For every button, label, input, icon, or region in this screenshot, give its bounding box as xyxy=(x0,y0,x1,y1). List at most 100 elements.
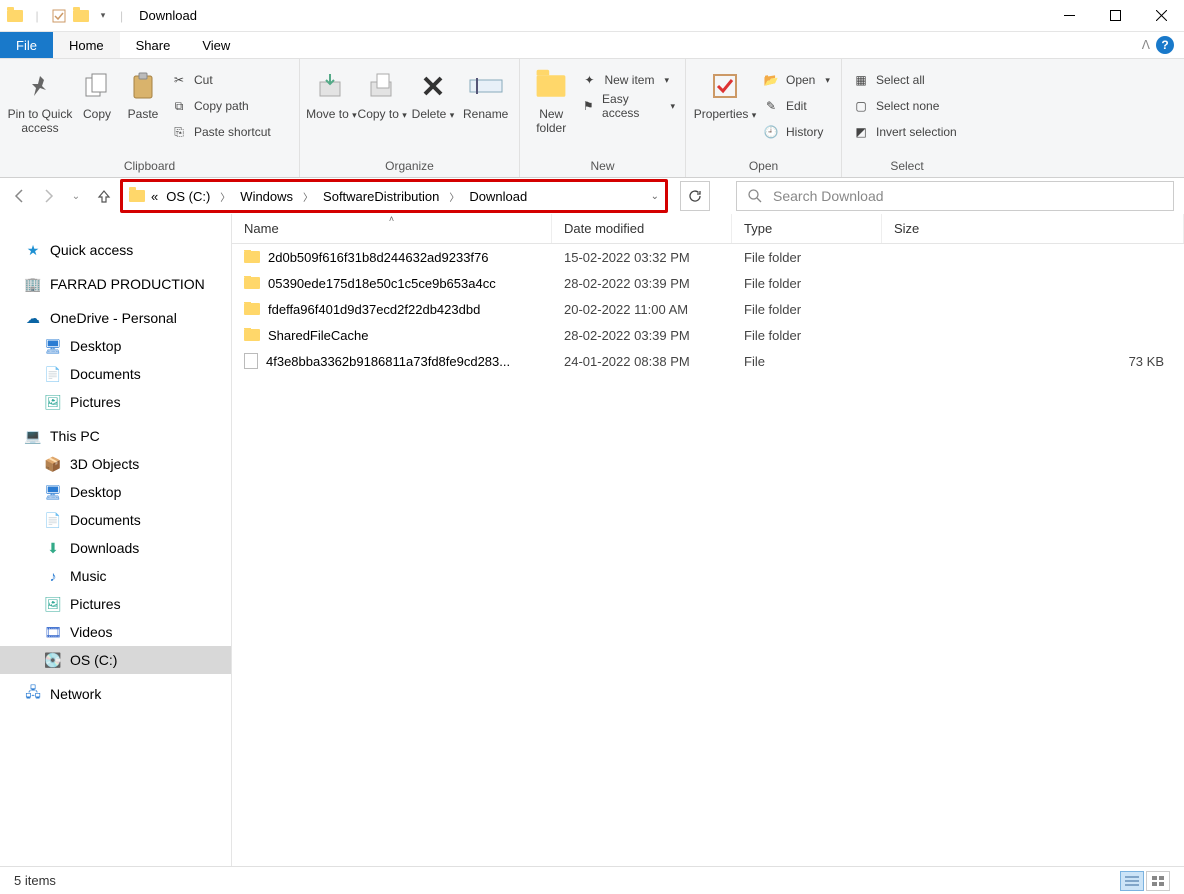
forward-button[interactable] xyxy=(38,186,58,206)
select-all-button[interactable]: ▦Select all xyxy=(848,67,961,93)
easy-access-button[interactable]: ⚑Easy access▾ xyxy=(576,93,679,119)
new-item-button[interactable]: ✦New item▾ xyxy=(576,67,679,93)
pc-icon: 💻 xyxy=(24,428,42,445)
rename-icon xyxy=(469,69,503,103)
open-button[interactable]: 📂Open▾ xyxy=(758,67,834,93)
sidebar-item-this-pc[interactable]: 💻This PC xyxy=(0,422,231,450)
copy-button[interactable]: Copy xyxy=(74,63,120,121)
music-icon: ♪ xyxy=(44,568,62,584)
tab-view[interactable]: View xyxy=(186,32,246,58)
edit-button[interactable]: ✎Edit xyxy=(758,93,834,119)
ribbon-tabs: File Home Share View ᐱ ? xyxy=(0,32,1184,58)
rename-button[interactable]: Rename xyxy=(458,63,513,121)
sidebar-item-videos[interactable]: 🎞Videos xyxy=(0,618,231,646)
sidebar-item-network[interactable]: 🖧Network xyxy=(0,680,231,708)
newfolder-icon xyxy=(535,69,567,103)
sidebar-item-pictures[interactable]: 🖼Pictures xyxy=(0,590,231,618)
sidebar-item-onedrive[interactable]: ☁OneDrive - Personal xyxy=(0,304,231,332)
maximize-button[interactable] xyxy=(1092,0,1138,32)
help-icon[interactable]: ? xyxy=(1156,36,1174,54)
crumb-1[interactable]: Windows xyxy=(238,189,295,204)
sidebar-item-od-documents[interactable]: 📄Documents xyxy=(0,360,231,388)
file-row[interactable]: 4f3e8bba3362b9186811a73fd8fe9cd283...24-… xyxy=(232,348,1184,374)
pin-quick-access-button[interactable]: Pin to Quick access xyxy=(6,63,74,136)
sidebar-item-music[interactable]: ♪Music xyxy=(0,562,231,590)
status-bar: 5 items xyxy=(0,866,1184,894)
cell-date: 20-02-2022 11:00 AM xyxy=(552,302,732,317)
path-icon: ⧉ xyxy=(170,99,188,114)
refresh-button[interactable] xyxy=(680,181,710,211)
minimize-button[interactable] xyxy=(1046,0,1092,32)
file-row[interactable]: 2d0b509f616f31b8d244632ad9233f7615-02-20… xyxy=(232,244,1184,270)
address-bar[interactable]: « OS (C:) 〉 Windows 〉 SoftwareDistributi… xyxy=(120,179,668,213)
chevron-right-icon[interactable]: 〉 xyxy=(299,189,317,204)
chevron-right-icon[interactable]: 〉 xyxy=(445,189,463,204)
sidebar-item-os-c[interactable]: 💽OS (C:) xyxy=(0,646,231,674)
qat-newfolder-icon[interactable] xyxy=(72,7,90,25)
properties-button[interactable]: Properties ▾ xyxy=(692,63,758,121)
collapse-ribbon-icon[interactable]: ᐱ xyxy=(1142,38,1150,52)
chevron-right-icon[interactable]: 〉 xyxy=(216,189,234,204)
delete-button[interactable]: Delete ▾ xyxy=(408,63,459,121)
scissors-icon: ✂ xyxy=(170,73,188,87)
video-icon: 🎞 xyxy=(44,624,62,641)
qat-dropdown-icon[interactable]: ▾ xyxy=(94,7,112,25)
copy-label: Copy xyxy=(83,107,111,121)
properties-icon xyxy=(711,69,739,103)
crumb-0[interactable]: OS (C:) xyxy=(164,189,212,204)
addr-dropdown-icon[interactable]: ⌄ xyxy=(651,191,659,202)
sidebar-item-quick-access[interactable]: ★Quick access xyxy=(0,236,231,264)
tab-share[interactable]: Share xyxy=(120,32,187,58)
copy-path-button[interactable]: ⧉Copy path xyxy=(166,93,275,119)
sidebar-item-farrad[interactable]: 🏢FARRAD PRODUCTION xyxy=(0,270,231,298)
copyto-icon xyxy=(367,69,397,103)
column-date[interactable]: Date modified xyxy=(552,214,732,243)
file-row[interactable]: 05390ede175d18e50c1c5ce9b653a4cc28-02-20… xyxy=(232,270,1184,296)
copy-to-button[interactable]: Copy to ▾ xyxy=(357,63,408,121)
group-organize-label: Organize xyxy=(306,157,513,177)
easyaccess-icon: ⚑ xyxy=(580,99,596,113)
view-large-icons-button[interactable] xyxy=(1146,871,1170,891)
crumb-3[interactable]: Download xyxy=(467,189,529,204)
view-details-button[interactable] xyxy=(1120,871,1144,891)
column-name[interactable]: Name˄ xyxy=(232,214,552,243)
column-size[interactable]: Size xyxy=(882,214,1184,243)
qat-properties-icon[interactable] xyxy=(50,7,68,25)
sidebar-item-od-pictures[interactable]: 🖼Pictures xyxy=(0,388,231,416)
disk-icon: 💽 xyxy=(44,652,62,669)
sidebar-item-desktop[interactable]: 🖥Desktop xyxy=(0,478,231,506)
tab-home[interactable]: Home xyxy=(53,32,120,58)
move-to-button[interactable]: Move to ▾ xyxy=(306,63,357,121)
document-icon: 📄 xyxy=(44,512,62,529)
up-button[interactable] xyxy=(94,186,114,206)
selectall-icon: ▦ xyxy=(852,73,870,87)
select-none-button[interactable]: ▢Select none xyxy=(848,93,961,119)
search-icon xyxy=(747,188,763,204)
crumb-2[interactable]: SoftwareDistribution xyxy=(321,189,441,204)
crumb-overflow[interactable]: « xyxy=(149,189,160,204)
new-folder-button[interactable]: New folder xyxy=(526,63,576,136)
close-button[interactable] xyxy=(1138,0,1184,32)
paste-shortcut-button[interactable]: ⎘Paste shortcut xyxy=(166,119,275,145)
history-button[interactable]: 🕘History xyxy=(758,119,834,145)
pin-icon xyxy=(26,69,54,103)
cell-type: File folder xyxy=(732,276,882,291)
sidebar-item-3d-objects[interactable]: 📦3D Objects xyxy=(0,450,231,478)
search-input[interactable]: Search Download xyxy=(736,181,1174,211)
file-row[interactable]: SharedFileCache28-02-2022 03:39 PMFile f… xyxy=(232,322,1184,348)
picture-icon: 🖼 xyxy=(44,394,62,411)
star-icon: ★ xyxy=(24,242,42,259)
file-row[interactable]: fdeffa96f401d9d37ecd2f22db423dbd20-02-20… xyxy=(232,296,1184,322)
invert-selection-button[interactable]: ◩Invert selection xyxy=(848,119,961,145)
column-type[interactable]: Type xyxy=(732,214,882,243)
addr-folder-icon xyxy=(129,190,145,202)
sidebar-item-downloads[interactable]: ⬇Downloads xyxy=(0,534,231,562)
cut-button[interactable]: ✂Cut xyxy=(166,67,275,93)
sidebar-item-documents[interactable]: 📄Documents xyxy=(0,506,231,534)
paste-button[interactable]: Paste xyxy=(120,63,166,121)
sidebar-item-od-desktop[interactable]: 🖥Desktop xyxy=(0,332,231,360)
back-button[interactable] xyxy=(10,186,30,206)
delete-label: Delete ▾ xyxy=(412,107,455,121)
tab-file[interactable]: File xyxy=(0,32,53,58)
recent-dropdown[interactable]: ⌄ xyxy=(66,186,86,206)
